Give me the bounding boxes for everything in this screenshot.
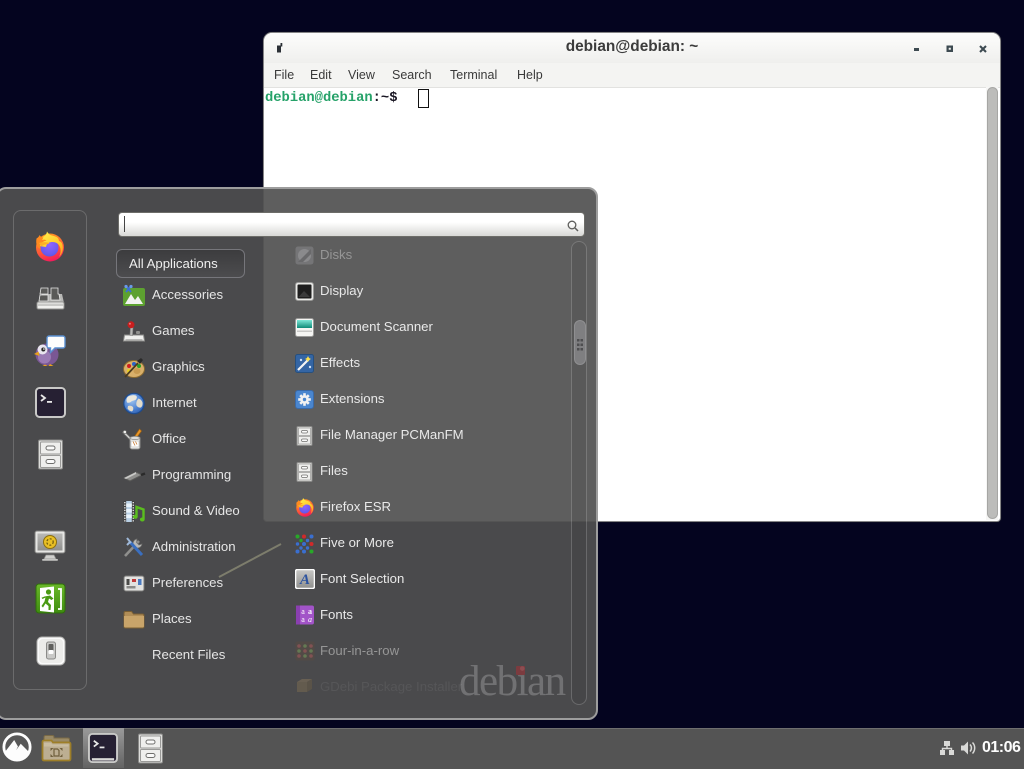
svg-text:A: A (299, 572, 310, 588)
svg-text:a: a (308, 615, 312, 624)
svg-text:a: a (301, 615, 305, 624)
